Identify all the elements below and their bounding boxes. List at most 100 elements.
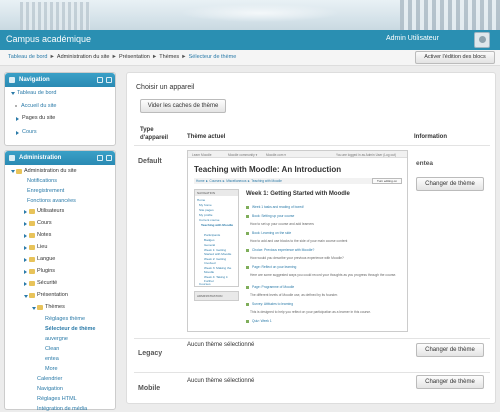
folder-icon [29, 281, 35, 286]
admin-item-plugins[interactable]: Plugins [37, 268, 55, 274]
breadcrumb-separator: ► [181, 54, 187, 60]
chevron-right-icon[interactable] [24, 282, 27, 286]
preview-activity: Book: Setting up your course [252, 214, 295, 218]
section-title: Choisir un appareil [136, 84, 195, 91]
chevron-right-icon[interactable] [24, 210, 27, 214]
preview-nav-item: Badges [204, 238, 215, 242]
legacy-theme-status: Aucun thème sélectionné [187, 342, 255, 348]
admin-item-theme-more[interactable]: More [45, 366, 58, 372]
chevron-right-icon[interactable] [24, 246, 27, 250]
table-divider [134, 372, 490, 373]
top-navbar: Campus académique Admin Utilisateur [0, 30, 500, 50]
preview-admin-title: ADMINISTRATION [195, 292, 238, 300]
table-divider [134, 338, 490, 339]
preview-activity: Page: Programme of Moodle [252, 285, 295, 289]
chevron-down-icon[interactable] [32, 307, 36, 310]
activity-icon [246, 249, 249, 252]
column-current-theme: Thème actuel [187, 134, 226, 140]
admin-item-security[interactable]: Sécurité [37, 280, 57, 286]
admin-item-theme-settings[interactable]: Réglages thème [45, 316, 85, 322]
admin-item-theme-selector[interactable]: Sélecteur de thème [45, 326, 95, 332]
admin-item-theme-entea[interactable]: entea [45, 356, 59, 362]
clear-theme-caches-button[interactable]: Vider les caches de thème [140, 99, 226, 113]
breadcrumb-theme-selector[interactable]: Sélecteur de thème [189, 54, 237, 60]
change-theme-button-mobile[interactable]: Changer de thème [416, 375, 484, 389]
admin-item-courses[interactable]: Cours [37, 220, 52, 226]
breadcrumb-themes[interactable]: Thèmes [159, 54, 179, 60]
nav-item-courses[interactable]: Cours [22, 129, 37, 135]
admin-item-theme-clean[interactable]: Clean [45, 346, 59, 352]
banner-building-right [400, 0, 500, 30]
device-legacy: Legacy [138, 350, 163, 357]
nav-item-dashboard[interactable]: Tableau de bord [17, 90, 56, 96]
admin-item-calendar[interactable]: Calendrier [37, 376, 62, 382]
admin-item-appearance[interactable]: Présentation [37, 292, 68, 298]
breadcrumb-site-admin[interactable]: Administration du site [57, 54, 110, 60]
folder-icon [29, 221, 35, 226]
activity-icon [246, 206, 249, 209]
breadcrumb-appearance[interactable]: Présentation [119, 54, 150, 60]
change-theme-button-legacy[interactable]: Changer de thème [416, 343, 484, 357]
chevron-right-icon[interactable] [24, 258, 27, 262]
bullet-icon [15, 105, 17, 107]
chevron-right-icon[interactable] [24, 270, 27, 274]
preview-activity-desc: How to set up your course and add learne… [250, 222, 314, 226]
banner-sky [180, 4, 340, 22]
admin-item-advanced-features[interactable]: Fonctions avancées [27, 198, 76, 204]
preview-nav-item: Current course [199, 218, 220, 222]
admin-item-site-admin[interactable]: Administration du site [24, 168, 77, 174]
site-name-link[interactable]: Campus académique [6, 34, 91, 44]
folder-icon [16, 169, 22, 174]
admin-item-navigation[interactable]: Navigation [37, 386, 63, 392]
nav-item-site-pages[interactable]: Pages du site [22, 115, 55, 121]
folder-icon [29, 257, 35, 262]
device-default: Default [138, 158, 162, 165]
preview-nav-title: NAVIGATION [195, 190, 238, 196]
theme-preview-image: Learn Moodle Moodle community ▾ Moodle.c… [187, 150, 408, 332]
activity-icon [246, 286, 249, 289]
admin-item-language[interactable]: Langue [37, 256, 55, 262]
admin-item-users[interactable]: Utilisateurs [37, 208, 64, 214]
preview-nav-item: My profile [199, 213, 213, 217]
preview-nav-item: Participants [204, 233, 221, 237]
chevron-right-icon[interactable] [16, 117, 19, 121]
nav-item-site-home[interactable]: Accueil du site [21, 103, 56, 109]
admin-item-html-settings[interactable]: Réglages HTML [37, 396, 77, 402]
column-device-type: Type d'appareil [140, 127, 169, 141]
admin-item-notifications[interactable]: Notifications [27, 178, 57, 184]
preview-nav-item: My home [199, 203, 212, 207]
preview-nav-item: Week 2: Getting Involved [204, 257, 227, 265]
admin-item-registration[interactable]: Enregistrement [27, 188, 64, 194]
admin-item-themes[interactable]: Thèmes [45, 304, 65, 310]
edit-blocks-button[interactable]: Activer l'édition des blocs [415, 51, 495, 64]
preview-course-title: Teaching with Moodle: An Introduction [194, 165, 342, 174]
preview-activity-desc: The different levels of Moodle use, as d… [250, 293, 338, 297]
dock-icon[interactable] [97, 77, 103, 83]
admin-item-location[interactable]: Lieu [37, 244, 47, 250]
change-theme-button-default[interactable]: Changer de thème [416, 177, 484, 191]
user-menu[interactable]: Admin Utilisateur [386, 35, 439, 42]
navigation-block: Navigation Tableau de bord Accueil du si… [4, 72, 116, 146]
table-divider [134, 145, 490, 146]
current-theme-name: entea [416, 160, 433, 167]
chevron-right-icon[interactable] [16, 131, 19, 135]
chevron-down-icon[interactable] [24, 295, 28, 298]
avatar[interactable] [474, 32, 490, 48]
breadcrumb-separator: ► [49, 54, 55, 60]
chevron-right-icon[interactable] [24, 222, 27, 226]
chevron-down-icon[interactable] [11, 170, 15, 173]
preview-turn-editing-button: Turn editing on [372, 178, 402, 184]
breadcrumb-separator: ► [151, 54, 158, 60]
breadcrumb-dashboard[interactable]: Tableau de bord [8, 54, 47, 60]
collapse-icon[interactable] [106, 155, 112, 161]
preview-activity-desc: How to add and use blocks to the side of… [250, 239, 348, 243]
admin-item-media-embedding[interactable]: Intégration de média [37, 406, 87, 412]
folder-icon [29, 209, 35, 214]
admin-item-theme-auvergne[interactable]: auvergne [45, 336, 68, 342]
collapse-icon[interactable] [106, 77, 112, 83]
chevron-right-icon[interactable] [24, 234, 27, 238]
admin-item-grades[interactable]: Notes [37, 232, 51, 238]
chevron-down-icon[interactable] [11, 92, 15, 95]
administration-block-header: Administration [5, 151, 115, 165]
dock-icon[interactable] [97, 155, 103, 161]
